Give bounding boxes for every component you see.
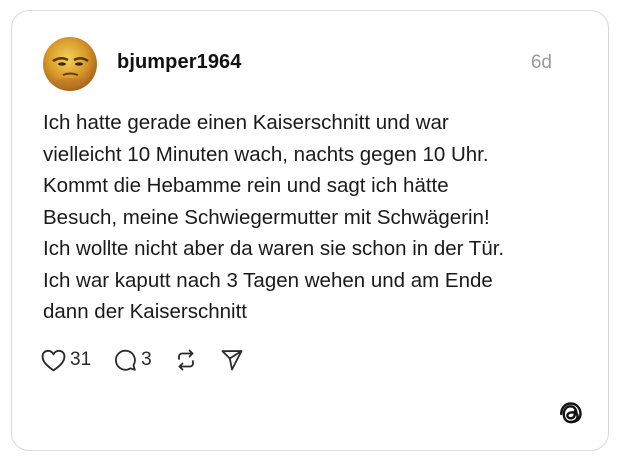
like-button[interactable]: 31 <box>41 349 91 372</box>
post-text-line: dann der Kaiserschnitt <box>43 300 247 323</box>
action-bar: 31 3 <box>41 345 266 375</box>
post-text-line: Ich wollte nicht aber da waren sie schon… <box>43 237 505 260</box>
post-text: Ich hatte gerade einen Kaiserschnitt und… <box>43 107 583 328</box>
repost-button[interactable] <box>174 348 198 372</box>
share-icon <box>220 348 244 372</box>
share-button[interactable] <box>220 348 244 372</box>
like-count: 31 <box>70 349 92 370</box>
post-text-line: vielleicht 10 Minuten wach, nachts gegen… <box>43 142 489 166</box>
post-text-line: Ich hatte gerade einen Kaiserschnitt und… <box>43 111 449 134</box>
comment-icon <box>113 348 137 372</box>
post-card[interactable]: bjumper1964 6d Ich hatte gerade einen Ka… <box>11 10 609 451</box>
post-text-line: Kommt die Hebamme rein und sagt ich hätt… <box>43 174 449 197</box>
reply-button[interactable]: 3 <box>113 348 152 372</box>
username[interactable]: bjumper1964 <box>117 51 242 74</box>
post-text-line: Besuch, meine Schwiegermutter mit Schwäg… <box>43 205 490 229</box>
avatar[interactable] <box>43 37 97 91</box>
heart-icon <box>41 349 66 372</box>
repost-icon <box>174 348 198 372</box>
reply-count: 3 <box>141 349 152 370</box>
post-text-line: Ich war kaputt nach 3 Tagen wehen und am… <box>43 268 493 292</box>
post-timestamp: 6d <box>530 52 552 73</box>
threads-logo-icon[interactable] <box>557 400 585 428</box>
